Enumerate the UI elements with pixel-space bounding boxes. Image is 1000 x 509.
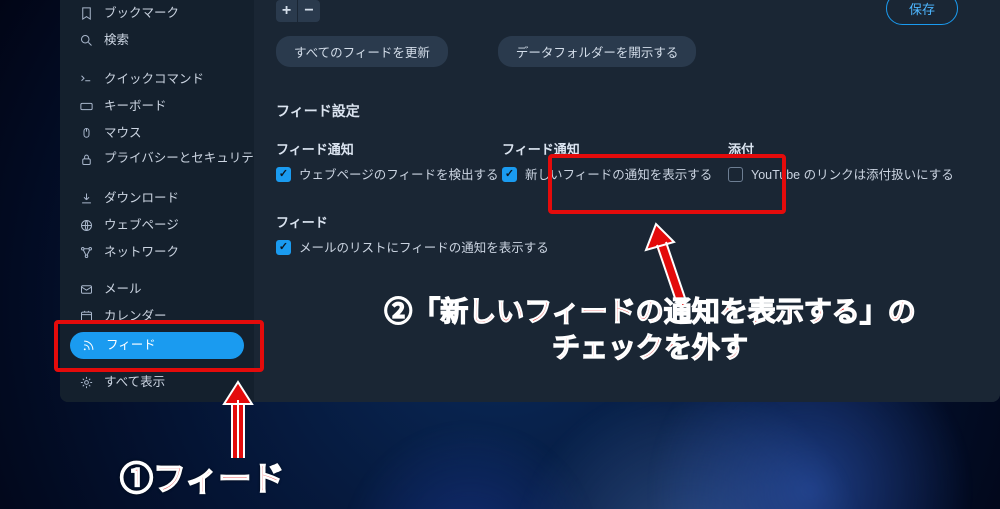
- checkbox-label: メールのリストにフィードの通知を表示する: [299, 239, 549, 257]
- feed-notification-heading-1: フィード通知: [276, 139, 502, 158]
- sidebar-item-label: メール: [104, 282, 142, 297]
- annotation-text-2: ②「新しいフィードの通知を表示する」の チェックを外す: [330, 294, 970, 367]
- sidebar-item-mail[interactable]: メール: [60, 276, 254, 303]
- mail-icon: [78, 282, 94, 298]
- annotation-text-1: ①フィード: [120, 452, 284, 500]
- gear-icon: [78, 375, 94, 391]
- settings-sidebar: ブックマーク 検索 クイックコマンド キーボード マウス プライバシーとセキュリ…: [60, 0, 254, 402]
- sidebar-item-label: すべて表示: [104, 375, 165, 390]
- calendar-icon: [78, 309, 94, 325]
- sidebar-item-label: ネットワーク: [104, 245, 179, 260]
- network-icon: [78, 245, 94, 261]
- sidebar-item-calendar[interactable]: カレンダー: [60, 303, 254, 330]
- download-icon: [78, 191, 94, 207]
- sidebar-item-downloads[interactable]: ダウンロード: [60, 185, 254, 212]
- update-all-feeds-button[interactable]: すべてのフィードを更新: [276, 36, 448, 67]
- youtube-attachment-checkbox[interactable]: [728, 167, 743, 182]
- feed-settings-heading: フィード設定: [276, 101, 982, 121]
- mouse-icon: [78, 126, 94, 142]
- search-icon: [78, 33, 94, 49]
- sidebar-item-label: プライバシーとセキュリティ: [104, 151, 266, 166]
- add-feed-button[interactable]: +: [276, 0, 298, 22]
- annotation-arrow-2: [644, 220, 694, 298]
- sidebar-item-search[interactable]: 検索: [60, 27, 254, 54]
- sidebar-item-label: ブックマーク: [104, 6, 179, 21]
- open-data-folder-button[interactable]: データフォルダーを開示する: [498, 36, 697, 67]
- sidebar-item-webpages[interactable]: ウェブページ: [60, 212, 254, 239]
- sidebar-item-feeds[interactable]: フィード: [70, 332, 244, 359]
- sidebar-item-label: ウェブページ: [104, 218, 179, 233]
- bookmark-icon: [78, 6, 94, 22]
- sidebar-item-network[interactable]: ネットワーク: [60, 239, 254, 266]
- sidebar-item-label: マウス: [104, 126, 142, 141]
- sidebar-item-bookmarks[interactable]: ブックマーク: [60, 0, 254, 27]
- lock-icon: [78, 151, 94, 167]
- globe-icon: [78, 218, 94, 234]
- checkbox-label: 新しいフィードの通知を表示する: [525, 166, 712, 184]
- sidebar-item-keyboard[interactable]: キーボード: [60, 93, 254, 120]
- detect-webpage-feeds-checkbox[interactable]: [276, 167, 291, 182]
- save-button[interactable]: 保存: [886, 0, 958, 25]
- sidebar-item-label: キーボード: [104, 99, 167, 114]
- mail-list-feed-notify-checkbox[interactable]: [276, 240, 291, 255]
- feed-subheading: フィード: [276, 212, 982, 231]
- sidebar-item-label: カレンダー: [104, 309, 167, 324]
- sidebar-item-privacy[interactable]: プライバシーとセキュリティ: [60, 147, 254, 185]
- show-new-feed-notification-checkbox[interactable]: [502, 167, 517, 182]
- feed-notification-heading-2: フィード通知: [502, 139, 728, 158]
- sidebar-item-label: フィード: [106, 338, 156, 353]
- attachment-heading: 添付: [728, 139, 968, 158]
- terminal-icon: [78, 72, 94, 88]
- remove-feed-button[interactable]: −: [298, 0, 320, 22]
- checkbox-label: YouTube のリンクは添付扱いにする: [751, 166, 954, 184]
- checkbox-label: ウェブページのフィードを検出する: [299, 166, 499, 184]
- add-remove-feed-buttons: + −: [276, 0, 320, 22]
- sidebar-item-label: ダウンロード: [104, 191, 179, 206]
- keyboard-icon: [78, 99, 94, 115]
- rss-icon: [80, 338, 96, 354]
- sidebar-item-quick-commands[interactable]: クイックコマンド: [60, 66, 254, 93]
- sidebar-item-label: 検索: [104, 33, 129, 48]
- sidebar-item-label: クイックコマンド: [104, 72, 204, 87]
- annotation-arrow-1: [218, 378, 258, 458]
- sidebar-item-mouse[interactable]: マウス: [60, 120, 254, 147]
